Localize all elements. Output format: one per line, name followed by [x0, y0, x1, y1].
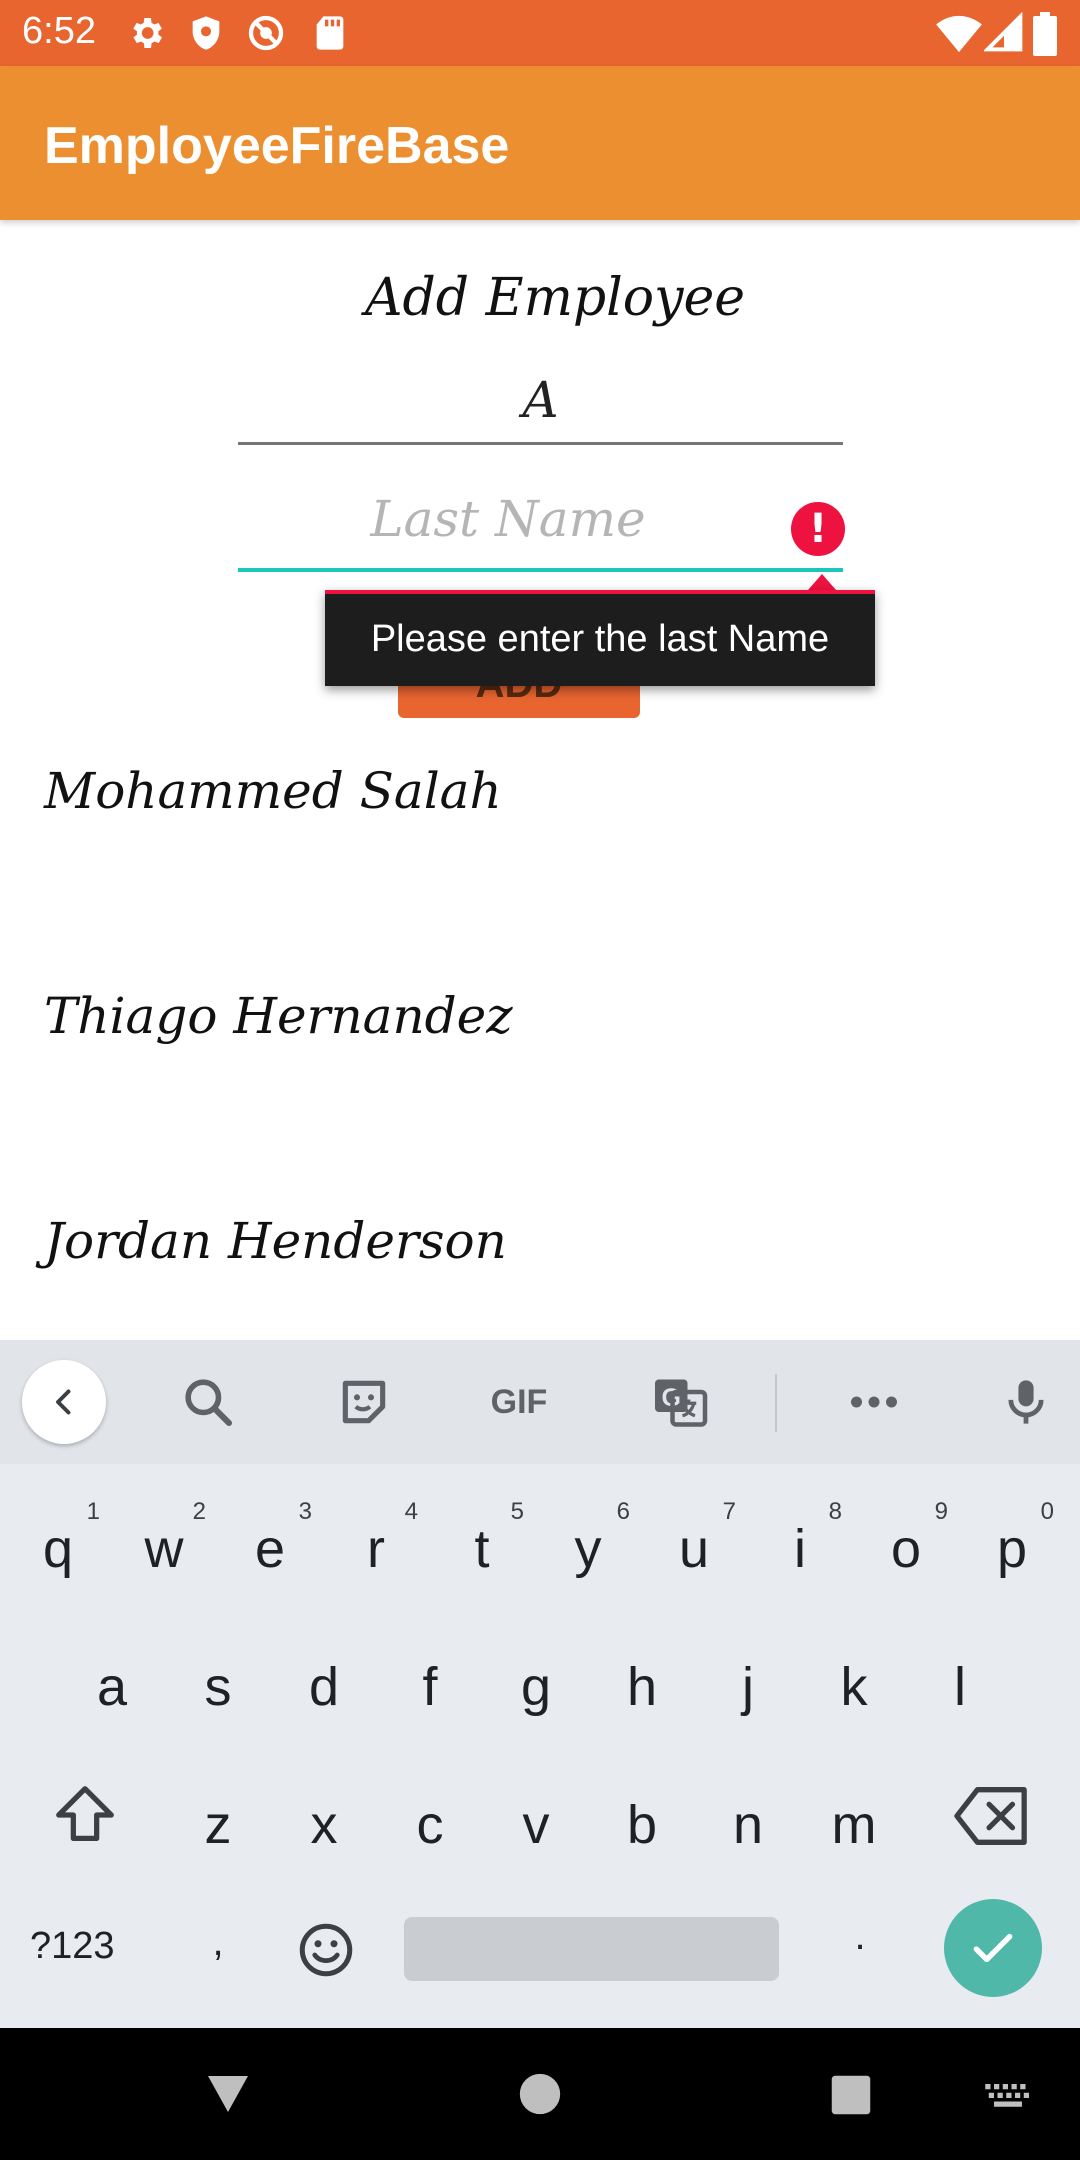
key-j[interactable]: j — [698, 1628, 798, 1748]
emoji-icon[interactable] — [296, 1920, 356, 1980]
employee-list-item[interactable]: Mohammed Salah — [44, 762, 502, 820]
key-p[interactable]: p0 — [962, 1490, 1062, 1610]
sticker-icon[interactable] — [336, 1370, 392, 1434]
keyboard-icon[interactable] — [985, 2084, 1031, 2112]
key-l[interactable]: l — [910, 1628, 1010, 1748]
search-icon[interactable] — [180, 1370, 236, 1434]
key-x[interactable]: x — [274, 1766, 374, 1886]
first-name-field[interactable]: A — [238, 365, 843, 445]
toolbar-divider — [775, 1374, 777, 1432]
key-comma[interactable]: , — [168, 1892, 268, 2012]
key-d[interactable]: d — [274, 1628, 374, 1748]
app-title: EmployeeFireBase — [44, 117, 510, 175]
shift-icon[interactable] — [50, 1780, 120, 1850]
checkmark-icon — [973, 1933, 1013, 1963]
key-v[interactable]: v — [486, 1766, 586, 1886]
error-icon[interactable]: ! — [791, 502, 845, 556]
error-popup: Please enter the last Name — [325, 590, 875, 686]
app-bar: EmployeeFireBase — [0, 66, 1080, 220]
space-bar[interactable] — [404, 1917, 779, 1981]
key-n[interactable]: n — [698, 1766, 798, 1886]
mic-icon[interactable] — [1000, 1370, 1052, 1434]
key-y[interactable]: y6 — [538, 1490, 638, 1610]
key-z[interactable]: z — [168, 1766, 268, 1886]
key-period[interactable]: . — [810, 1886, 910, 2006]
status-time: 6:52 — [22, 10, 96, 52]
key-i[interactable]: i8 — [750, 1490, 850, 1610]
keyboard: GIF G q1 w2 e3 r4 t5 y6 u7 i8 o9 p0 a s … — [0, 1340, 1080, 2028]
key-b[interactable]: b — [592, 1766, 692, 1886]
status-bar: 6:52 — [0, 0, 1080, 66]
key-q[interactable]: q1 — [8, 1490, 108, 1610]
key-f[interactable]: f — [380, 1628, 480, 1748]
employee-list-item[interactable]: Jordan Henderson — [44, 1212, 507, 1270]
key-w[interactable]: w2 — [114, 1490, 214, 1610]
keyboard-toolbar: GIF G — [0, 1340, 1080, 1464]
first-name-value: A — [522, 371, 559, 429]
last-name-field[interactable]: Last Name ! — [238, 488, 845, 572]
symbols-key[interactable]: ?123 — [30, 1925, 115, 1968]
key-g[interactable]: g — [486, 1628, 586, 1748]
more-icon[interactable] — [844, 1370, 904, 1434]
translate-icon[interactable]: G — [650, 1370, 710, 1434]
key-a[interactable]: a — [62, 1628, 162, 1748]
settings-icon — [133, 18, 162, 48]
key-u[interactable]: u7 — [644, 1490, 744, 1610]
key-m[interactable]: m — [804, 1766, 904, 1886]
key-k[interactable]: k — [804, 1628, 904, 1748]
key-h[interactable]: h — [592, 1628, 692, 1748]
key-r[interactable]: r4 — [326, 1490, 426, 1610]
shield-icon — [192, 16, 220, 50]
employee-list-item[interactable]: Thiago Hernandez — [44, 987, 513, 1045]
back-icon[interactable] — [22, 1360, 106, 1444]
key-o[interactable]: o9 — [856, 1490, 956, 1610]
recents-square-icon[interactable] — [830, 2074, 872, 2116]
battery-icon — [1033, 12, 1057, 56]
key-e[interactable]: e3 — [220, 1490, 320, 1610]
back-triangle-icon[interactable] — [204, 2072, 252, 2116]
form-title: Add Employee — [364, 268, 746, 328]
key-c[interactable]: c — [380, 1766, 480, 1886]
wifi-icon — [936, 15, 982, 53]
navigation-bar — [0, 2028, 1080, 2160]
gif-icon[interactable]: GIF — [482, 1370, 556, 1434]
error-message: Please enter the last Name — [370, 618, 830, 660]
no-disturb-icon — [248, 15, 284, 51]
last-name-placeholder: Last Name — [370, 490, 646, 548]
backspace-icon[interactable] — [954, 1786, 1030, 1846]
key-s[interactable]: s — [168, 1628, 268, 1748]
sd-card-icon — [316, 16, 344, 50]
home-circle-icon[interactable] — [518, 2072, 562, 2116]
key-t[interactable]: t5 — [432, 1490, 532, 1610]
enter-key[interactable] — [944, 1899, 1042, 1997]
error-popup-arrow — [808, 574, 836, 590]
signal-icon — [984, 12, 1023, 52]
